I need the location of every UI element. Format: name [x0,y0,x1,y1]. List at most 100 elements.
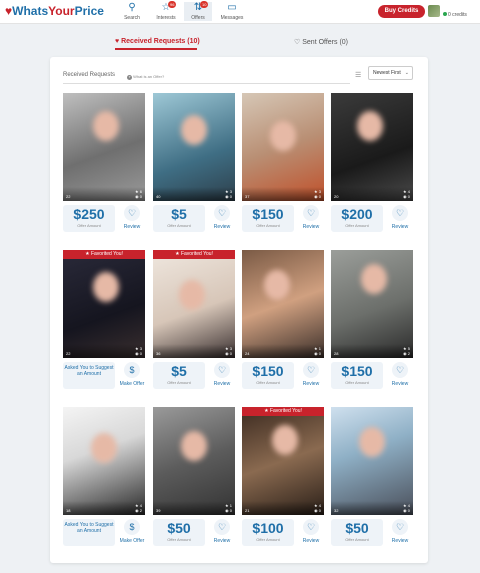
video-count-icon: ◉ [225,508,229,513]
avatar[interactable] [428,5,440,17]
nav-search[interactable]: ⚲ Search [118,2,146,21]
offer-card[interactable]: 32 ★ 4 ◉ 0 $50 Offer Amount ♡ Review [331,407,413,547]
nav-messages-label: Messages [220,15,244,21]
make-offer-button[interactable]: $ Make Offer [119,519,145,544]
offer-card[interactable]: 24 ★ 1 ◉ 0 $150 Offer Amount ♡ Review [242,250,324,390]
photo-stats: ★ 3 ◉ 0 [135,346,142,356]
video-count: 0 [407,194,410,199]
offer-card[interactable]: 40 ★ 3 ◉ 0 $5 Offer Amount ♡ Review [153,93,235,233]
review-label: Review [213,224,231,230]
favorited-label: Favorited You! [269,408,302,414]
profile-photo[interactable]: 22 ★ 6 ◉ 0 [63,93,145,201]
offer-amount-label: Offer Amount [345,537,369,542]
review-button[interactable]: ♡ Review [209,205,235,230]
review-button[interactable]: ♡ Review [209,362,235,387]
review-button[interactable]: ♡ Review [387,362,413,387]
offer-card[interactable]: 20 ★ 4 ◉ 0 $200 Offer Amount ♡ Review [331,93,413,233]
profile-photo[interactable]: ★ Favorited You! 22 ★ 3 ◉ 0 [63,250,145,358]
heart-outline-icon: ♡ [392,205,408,221]
profile-photo[interactable]: 32 ★ 4 ◉ 0 [331,407,413,515]
offer-amount: $150 [252,363,284,379]
blurred-face [264,270,290,300]
credits-count: 0 credits [448,12,467,18]
video-count: 0 [139,194,142,199]
review-label: Review [302,224,320,230]
offer-card[interactable]: 37 ★ 3 ◉ 0 $150 Offer Amount ♡ Review [242,93,324,233]
online-status-dot [443,12,447,16]
video-count: 0 [229,508,232,513]
offer-amount-label: Offer Amount [167,223,191,228]
offer-card[interactable]: 39 ★ 1 ◉ 0 $50 Offer Amount ♡ Review [153,407,235,547]
offer-amount: $5 [171,206,187,222]
profile-photo[interactable]: 28 ★ 5 ◉ 2 [331,250,413,358]
profile-photo[interactable]: 37 ★ 3 ◉ 0 [242,93,324,201]
list-view-icon[interactable]: ☰ [355,71,361,79]
offer-card[interactable]: 28 ★ 5 ◉ 2 $150 Offer Amount ♡ Review [331,250,413,390]
profile-photo[interactable]: 20 ★ 4 ◉ 0 [331,93,413,201]
tab-received-requests[interactable]: ♥ Received Requests (10) [115,38,200,45]
photo-stats: ★ 1 ◉ 0 [225,503,232,513]
review-label: Review [391,224,409,230]
offer-card[interactable]: ★ Favorited You! 22 ★ 3 ◉ 0 Asked You to … [63,250,145,390]
nav-messages[interactable]: ▭ Messages [218,2,246,21]
offer-amount-box: $5 Offer Amount [153,362,205,389]
heart-outline-icon: ♡ [214,205,230,221]
what-is-offer-link[interactable]: ? What is an Offer? [127,74,164,80]
account-info[interactable]: 0 credits [443,5,467,19]
offer-card[interactable]: ★ Favorited You! 21 ★ 4 ◉ 0 $100 Offer Amo… [242,407,324,547]
profile-photo[interactable]: ★ Favorited You! 36 ★ 3 ◉ 0 [153,250,235,358]
review-label: Review [123,224,141,230]
review-label: Review [391,538,409,544]
review-button[interactable]: ♡ Review [298,519,324,544]
profile-age: 22 [66,194,71,199]
review-button[interactable]: ♡ Review [119,205,145,230]
profile-photo[interactable]: 24 ★ 1 ◉ 0 [242,250,324,358]
nav-offers[interactable]: ⇅ 10 Offers [184,1,212,21]
make-offer-button[interactable]: $ Make Offer [119,362,145,387]
review-button[interactable]: ♡ Review [387,519,413,544]
nav-interests[interactable]: ☆ 96 Interests [152,1,180,21]
offer-card[interactable]: ★ Favorited You! 36 ★ 3 ◉ 0 $5 Offer Amoun… [153,250,235,390]
offer-amount-box: $150 Offer Amount [242,205,294,232]
video-count-icon: ◉ [314,351,318,356]
review-button[interactable]: ♡ Review [387,205,413,230]
heart-outline-icon: ♡ [214,519,230,535]
photo-shade [63,187,145,201]
tab-sent-offers[interactable]: ♡ Sent Offers (0) [294,38,348,46]
profile-photo[interactable]: ★ Favorited You! 21 ★ 4 ◉ 0 [242,407,324,515]
blurred-face [91,433,117,463]
review-button[interactable]: ♡ Review [298,205,324,230]
review-button[interactable]: ♡ Review [298,362,324,387]
sort-select-value: Newest First [373,70,401,76]
buy-credits-button[interactable]: Buy Credits [378,5,425,18]
favorited-you-banner: ★ Favorited You! [153,250,235,259]
site-logo[interactable]: ♥WhatsYourPrice [5,4,104,18]
panel-divider [63,83,350,84]
photo-stats: ★ 1 ◉ 0 [314,346,321,356]
video-count-icon: ◉ [225,194,229,199]
photo-shade [63,344,145,358]
chevron-down-icon: ⌄ [404,70,409,76]
photo-shade [331,344,413,358]
offer-amount-box: $250 Offer Amount [63,205,115,232]
profile-photo[interactable]: 40 ★ 3 ◉ 0 [153,93,235,201]
card-actions: $5 Offer Amount ♡ Review [153,201,235,233]
offer-card[interactable]: 22 ★ 6 ◉ 0 $250 Offer Amount ♡ Review [63,93,145,233]
review-label: Review [213,381,231,387]
sort-select[interactable]: Newest First ⌄ [368,66,413,80]
offer-card[interactable]: 18 ★ 4 ◉ 2 Asked You to Suggest an Amount… [63,407,145,547]
profile-photo[interactable]: 18 ★ 4 ◉ 2 [63,407,145,515]
blurred-face [361,264,387,294]
blurred-face [181,115,207,145]
search-icon: ⚲ [128,2,136,13]
blurred-face [270,121,296,151]
video-count-icon: ◉ [403,508,407,513]
heart-outline-icon: ♡ [214,362,230,378]
photo-shade [153,187,235,201]
photo-shade [63,501,145,515]
active-tab-indicator [115,48,197,50]
review-button[interactable]: ♡ Review [209,519,235,544]
card-actions: $250 Offer Amount ♡ Review [63,201,145,233]
profile-photo[interactable]: 39 ★ 1 ◉ 0 [153,407,235,515]
offer-amount: $150 [252,206,284,222]
